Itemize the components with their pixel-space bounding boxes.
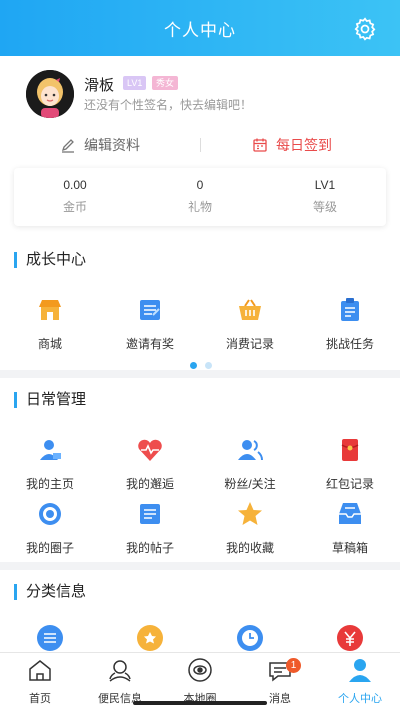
stat-label: 等级 [312, 200, 337, 214]
stat-value: 0 [196, 178, 204, 192]
pager-dot-active[interactable] [190, 362, 197, 369]
stat-level[interactable]: LV1 等级 [265, 178, 385, 215]
tab-home[interactable]: 首页 [0, 657, 80, 706]
grid-item-shop[interactable]: 商城 [0, 296, 100, 352]
stat-value: 0.00 [63, 178, 87, 192]
grid-item-label: 我的收藏 [225, 541, 274, 555]
grid-item-invite[interactable]: 邀请有奖 [100, 296, 200, 352]
grid-item-drafts[interactable]: 草稿箱 [300, 500, 400, 556]
red-envelope-icon [341, 439, 359, 461]
pager-dot[interactable] [205, 362, 212, 369]
profile-actions: 编辑资料 每日签到 [0, 130, 400, 160]
growth-center-section: 成长中心 商城 邀请有奖 消费记录 挑战任务 [0, 238, 400, 370]
home-icon [29, 660, 51, 681]
grid-item-label: 商城 [37, 337, 62, 351]
tab-messages[interactable]: 消息 1 [240, 657, 320, 706]
tab-profile[interactable]: 个人中心 [320, 657, 400, 706]
heartbeat-icon [138, 439, 162, 461]
username: 滑板 [84, 77, 115, 94]
section-title: 成长中心 [14, 252, 86, 268]
section-title: 日常管理 [14, 392, 86, 408]
grid-item-followers[interactable]: 粉丝/关注 [200, 436, 300, 492]
grid-item-favorites[interactable]: 我的收藏 [200, 500, 300, 556]
daily-checkin-label: 每日签到 [276, 137, 332, 153]
post-icon [140, 504, 160, 524]
clipboard-icon [341, 298, 359, 321]
clock-icon[interactable] [236, 624, 264, 652]
pencil-icon [61, 139, 74, 153]
profile-card: 滑板 LV1 秀女 还没有个性签名，快去编辑吧！ 编辑资料 每日签到 0.00 … [0, 56, 400, 246]
grid-item-my-circle[interactable]: 我的圈子 [0, 500, 100, 556]
grid-item-my-posts[interactable]: 我的帖子 [100, 500, 200, 556]
grid-item-label: 邀请有奖 [125, 337, 174, 351]
grid-item-label: 我的主页 [25, 477, 74, 491]
level-badge: LV1 [123, 76, 147, 90]
pager-dots [186, 356, 216, 374]
profile-icon [349, 659, 371, 682]
grid-item-label: 草稿箱 [331, 541, 368, 555]
stat-label: 礼物 [187, 200, 212, 214]
target-icon [39, 503, 61, 525]
home-indicator [133, 701, 267, 705]
favorites-folder-icon[interactable] [136, 624, 164, 652]
grid-item-label: 我的帖子 [125, 541, 174, 555]
app-header: 个人中心 [0, 0, 400, 56]
stats-card: 0.00 金币 0 礼物 LV1 等级 [14, 168, 386, 226]
grid-item-encounter[interactable]: 我的邂逅 [100, 436, 200, 492]
grid-item-label: 挑战任务 [325, 337, 374, 351]
local-circle-icon [188, 658, 212, 682]
shop-icon [39, 300, 61, 320]
grid-item-my-home[interactable]: 我的主页 [0, 436, 100, 492]
avatar[interactable] [26, 70, 74, 118]
star-icon [238, 502, 262, 525]
grid-item-label: 我的邂逅 [125, 477, 174, 491]
gender-badge: 秀女 [152, 76, 179, 90]
grid-item-label: 消费记录 [225, 337, 274, 351]
daily-checkin-button[interactable]: 每日签到 [252, 130, 332, 160]
stat-label: 金币 [62, 200, 87, 214]
grid-item-label: 我的圈子 [25, 541, 74, 555]
actions-divider [200, 138, 201, 152]
user-card-icon [40, 440, 61, 460]
page-title: 个人中心 [164, 20, 236, 40]
grid-item-spending[interactable]: 消费记录 [200, 296, 300, 352]
signature-text: 还没有个性签名，快去编辑吧！ [84, 98, 253, 112]
inbox-icon [339, 503, 361, 524]
yuan-icon[interactable] [336, 624, 364, 652]
grid-item-label: 红包记录 [325, 477, 374, 491]
grid-item-challenge[interactable]: 挑战任务 [300, 296, 400, 352]
calendar-icon [253, 138, 267, 152]
service-icon [109, 660, 131, 682]
list-icon[interactable] [36, 624, 64, 652]
tab-services[interactable]: 便民信息 [80, 657, 160, 706]
stat-value: LV1 [314, 178, 336, 192]
category-section: 分类信息 [0, 570, 400, 652]
grid-item-red-packet[interactable]: 红包记录 [300, 436, 400, 492]
stat-gifts[interactable]: 0 礼物 [140, 178, 260, 215]
edit-profile-button[interactable]: 编辑资料 [60, 130, 140, 160]
basket-icon [239, 299, 261, 320]
section-title: 分类信息 [14, 584, 86, 600]
edit-profile-label: 编辑资料 [84, 137, 140, 153]
stat-coins[interactable]: 0.00 金币 [15, 178, 135, 215]
gear-icon[interactable] [352, 16, 378, 42]
invite-icon [140, 300, 160, 320]
followers-icon [238, 440, 263, 461]
unread-badge: 1 [286, 658, 301, 673]
daily-management-section: 日常管理 我的主页 我的邂逅 粉丝/关注 红包记录 我的圈子 我的帖子 我的收藏… [0, 378, 400, 562]
tab-local-circle[interactable]: 本地圈 [160, 657, 240, 706]
tab-label: 个人中心 [338, 693, 382, 705]
tab-label: 首页 [29, 693, 51, 705]
grid-item-label: 粉丝/关注 [224, 477, 276, 491]
